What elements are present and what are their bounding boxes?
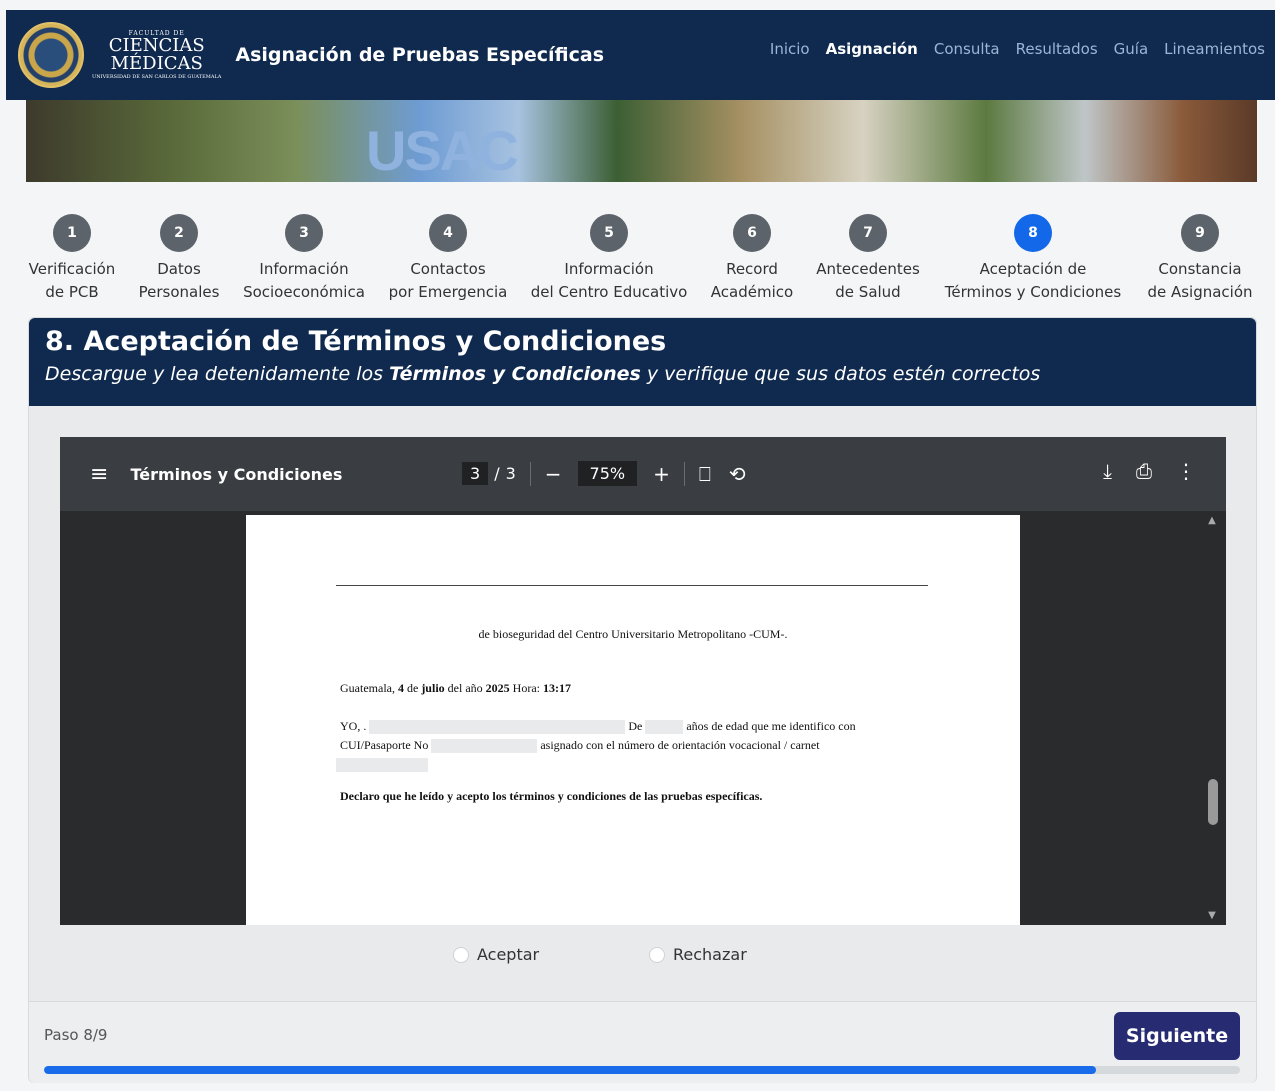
nav-resultados[interactable]: Resultados xyxy=(1016,40,1098,58)
pdf-text-line: de bioseguridad del Centro Universitario… xyxy=(478,627,788,641)
redacted-name xyxy=(369,720,626,735)
step-number: 7 xyxy=(849,214,887,252)
faculty-logo[interactable]: FACULTAD DE CIENCIAS MÉDICAS UNIVERSIDAD… xyxy=(18,22,221,88)
nav-lineamientos[interactable]: Lineamientos xyxy=(1164,40,1265,58)
step-label: de Asignación xyxy=(1147,283,1253,301)
app-root: FACULTAD DE CIENCIAS MÉDICAS UNIVERSIDAD… xyxy=(0,0,1275,1091)
toolbar-divider xyxy=(529,461,531,486)
subtitle-text: Descargue y lea detenidamente los xyxy=(45,363,390,385)
radio-label: Aceptar xyxy=(477,945,540,964)
banner-usac-text: USAC xyxy=(366,119,519,182)
pdf-page-controls: 3 / 3 − 75% + ⎕ ⟲ xyxy=(462,461,746,486)
zoom-in-icon[interactable]: + xyxy=(653,462,670,486)
pdf-title: Términos y Condiciones xyxy=(130,464,343,484)
scroll-down-icon[interactable]: ▼ xyxy=(1206,910,1218,921)
accept-options: Aceptar Rechazar xyxy=(29,945,1256,975)
card-header: 8. Aceptación de Términos y Condiciones … xyxy=(29,318,1256,406)
pdf-date-line: Guatemala, 4 de julio del año 2025 Hora:… xyxy=(340,681,571,695)
progress-fill xyxy=(44,1066,1097,1074)
pdf-document-area[interactable]: de bioseguridad del Centro Universitario… xyxy=(60,511,1226,925)
pdf-page: de bioseguridad del Centro Universitario… xyxy=(246,515,1020,925)
scroll-thumb[interactable] xyxy=(1208,779,1218,825)
radio-circle[interactable] xyxy=(453,946,469,963)
subtitle-text: y verifique que sus datos estén correcto… xyxy=(640,363,1041,385)
zoom-level-input[interactable]: 75% xyxy=(577,461,638,486)
terms-card: 8. Aceptación de Términos y Condiciones … xyxy=(28,317,1257,1083)
step-number: 3 xyxy=(285,214,323,252)
university-seal-icon xyxy=(18,22,84,88)
page-total: 3 xyxy=(505,464,516,483)
main-nav: Inicio Asignación Consulta Resultados Gu… xyxy=(770,40,1265,58)
rotate-icon[interactable]: ⟲ xyxy=(729,462,746,486)
logo-text: FACULTAD DE CIENCIAS MÉDICAS UNIVERSIDAD… xyxy=(92,30,222,80)
logo-line1: CIENCIAS xyxy=(108,34,205,56)
toolbar-divider xyxy=(683,461,685,486)
radio-circle[interactable] xyxy=(649,946,665,963)
card-title: 8. Aceptación de Términos y Condiciones xyxy=(45,326,667,357)
scroll-up-icon[interactable]: ▲ xyxy=(1206,515,1218,526)
page-separator: / xyxy=(494,464,500,483)
app-title: Asignación de Pruebas Específicas xyxy=(235,44,605,66)
next-button[interactable]: Siguiente xyxy=(1114,1012,1240,1060)
pdf-scrollbar[interactable]: ▲ ▼ xyxy=(1206,515,1218,921)
pdf-declaration: Declaro que he leído y acepto los términ… xyxy=(340,789,763,803)
redacted-cui xyxy=(431,739,538,754)
step-number: 4 xyxy=(429,214,467,252)
subtitle-bold-text: Términos y Condiciones xyxy=(389,363,641,385)
pdf-toolbar: ≡ Términos y Condiciones 3 / 3 − 75% + ⎕… xyxy=(60,437,1226,511)
radio-label: Rechazar xyxy=(673,945,747,964)
nav-guia[interactable]: Guía xyxy=(1114,40,1149,58)
radio-aceptar[interactable]: Aceptar xyxy=(453,945,539,964)
hamburger-menu-icon[interactable]: ≡ xyxy=(90,462,108,487)
step-number: 6 xyxy=(733,214,771,252)
pdf-actions: ⤓ ⎙ ⋮ xyxy=(1103,459,1196,483)
step-number: 5 xyxy=(590,214,628,252)
step-number: 8 xyxy=(1014,214,1052,252)
pdf-identity-paragraph: YO, . De años de edad que me identifico … xyxy=(336,717,920,774)
top-navbar: FACULTAD DE CIENCIAS MÉDICAS UNIVERSIDAD… xyxy=(6,10,1275,100)
card-footer: Paso 8/9 Siguiente xyxy=(29,1001,1256,1083)
page-rule xyxy=(336,585,928,586)
step-label: Constancia xyxy=(1158,260,1242,278)
progress-bar xyxy=(44,1066,1240,1074)
logo-tiny-text: UNIVERSIDAD DE SAN CARLOS DE GUATEMALA xyxy=(92,73,222,80)
nav-inicio[interactable]: Inicio xyxy=(770,40,810,58)
step-counter: Paso 8/9 xyxy=(44,1026,108,1044)
print-icon[interactable]: ⎙ xyxy=(1136,459,1152,483)
redacted-carnet xyxy=(336,758,428,773)
campus-banner: USAC xyxy=(26,100,1257,182)
fit-page-icon[interactable]: ⎕ xyxy=(699,462,711,486)
wizard-stepper: 1 Verificación de PCB 2 Datos Personales 3 In… xyxy=(26,214,1257,304)
page-number-input[interactable]: 3 xyxy=(462,462,489,485)
pdf-viewer: ≡ Términos y Condiciones 3 / 3 − 75% + ⎕… xyxy=(60,437,1226,925)
step-9[interactable]: 9 Constancia de Asignación xyxy=(1100,214,1275,304)
radio-rechazar[interactable]: Rechazar xyxy=(649,945,747,964)
nav-asignacion[interactable]: Asignación xyxy=(826,40,918,58)
more-vertical-icon[interactable]: ⋮ xyxy=(1176,459,1196,483)
step-number: 2 xyxy=(160,214,198,252)
step-number: 9 xyxy=(1181,214,1219,252)
card-subtitle: Descargue y lea detenidamente los Términ… xyxy=(45,363,1240,385)
nav-consulta[interactable]: Consulta xyxy=(934,40,1000,58)
download-icon[interactable]: ⤓ xyxy=(1103,459,1112,483)
redacted-age xyxy=(645,720,684,735)
logo-line2: MÉDICAS xyxy=(110,52,203,74)
zoom-out-icon[interactable]: − xyxy=(545,462,562,486)
